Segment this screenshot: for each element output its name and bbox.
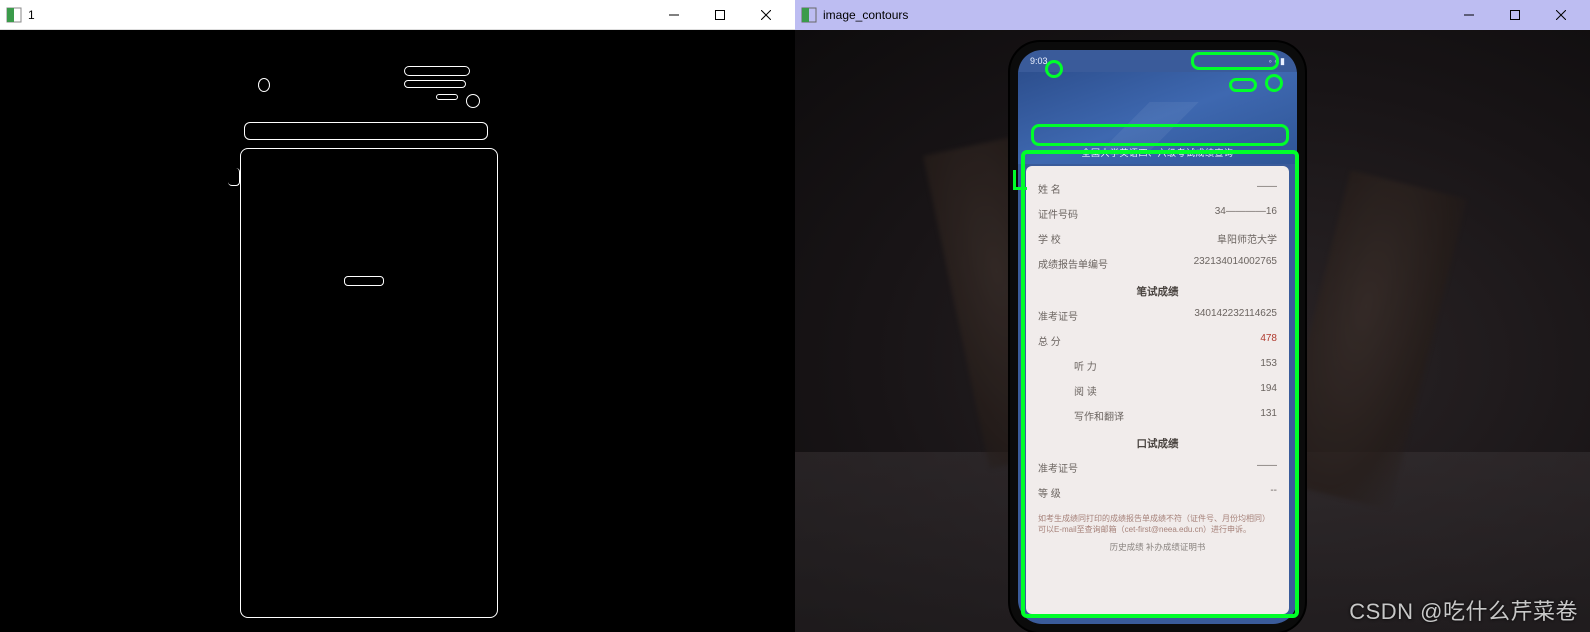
maximize-button[interactable] [697,0,743,29]
titlebar-right[interactable]: image_contours [795,0,1590,30]
maximize-button[interactable] [1492,0,1538,30]
contour [404,66,470,76]
minimize-button[interactable] [1446,0,1492,30]
contour [244,122,488,140]
contour [228,168,240,186]
watermark: CSDN @吃什么芹菜卷 [1349,594,1578,626]
close-button[interactable] [743,0,789,29]
green-contour [1265,74,1283,92]
refresh-icon [1269,98,1287,116]
contour [466,94,480,108]
window-controls [651,0,789,29]
window-edge-view: 1 [0,0,795,632]
green-contour [1229,78,1257,92]
photo-canvas: 9:03 ◦ ◦ ▮ 全国大学英语四、六级考试成绩查询 姓 名 —— [795,30,1590,632]
back-icon [1028,98,1046,116]
contour-main [240,148,498,618]
app-icon [801,7,817,23]
green-contour [1191,52,1279,70]
contour [436,94,458,100]
minimize-button[interactable] [651,0,697,29]
close-button[interactable] [1538,0,1584,30]
title-right: image_contours [823,8,1446,22]
phone-top-icons [1028,98,1287,116]
contour [404,80,466,88]
green-contour [1013,170,1027,190]
green-contour [1045,60,1063,78]
green-contour [1031,124,1289,146]
window-controls [1446,0,1584,30]
green-contour-main [1021,150,1299,618]
edge-canvas [0,30,795,632]
titlebar-left[interactable]: 1 [0,0,795,30]
title-left: 1 [28,8,651,22]
app-icon [6,7,22,23]
contour [344,276,384,286]
contour [258,78,270,92]
window-contours-view: image_contours 9:03 ◦ ◦ ▮ [795,0,1590,632]
